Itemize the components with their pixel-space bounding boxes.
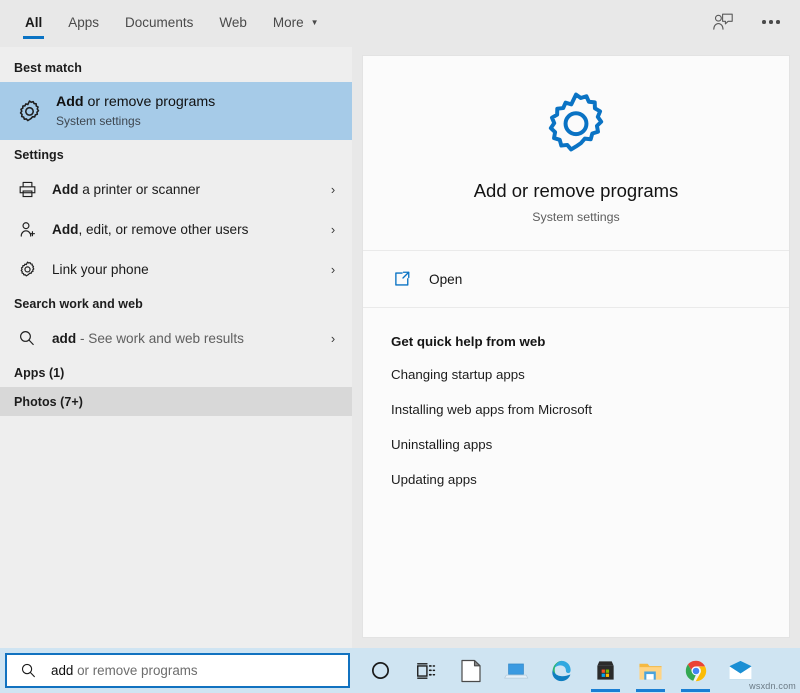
open-external-icon bbox=[391, 270, 413, 288]
result-label: Link your phone bbox=[40, 262, 324, 277]
detail-pane: Add or remove programs System settings O… bbox=[352, 47, 800, 648]
results-pane: Best match Add or remove programs System… bbox=[0, 47, 352, 648]
detail-hero: Add or remove programs System settings bbox=[363, 56, 789, 251]
group-header-best-match: Best match bbox=[0, 53, 352, 82]
result-label-rest: Link your phone bbox=[52, 262, 149, 277]
search-autocomplete-suffix: or remove programs bbox=[73, 663, 197, 678]
result-label: Add a printer or scanner bbox=[40, 182, 324, 197]
help-link-installing-web-apps[interactable]: Installing web apps from Microsoft bbox=[391, 402, 592, 417]
best-match-title: Add or remove programs bbox=[56, 94, 342, 112]
tab-more[interactable]: More ▼ bbox=[260, 0, 332, 44]
tab-more-label: More bbox=[273, 15, 304, 30]
feedback-icon[interactable] bbox=[708, 7, 738, 37]
result-web-search-add[interactable]: add - See work and web results › bbox=[0, 318, 352, 358]
taskbar: add or remove programs bbox=[0, 648, 800, 693]
tab-all[interactable]: All bbox=[12, 0, 55, 44]
taskbar-items bbox=[358, 648, 763, 693]
header-actions bbox=[708, 0, 800, 44]
result-label: add - See work and web results bbox=[40, 331, 324, 346]
result-label-rest: , edit, or remove other users bbox=[78, 222, 248, 237]
result-label: Add, edit, or remove other users bbox=[40, 222, 324, 237]
chevron-right-icon[interactable]: › bbox=[324, 182, 342, 197]
chevron-down-icon: ▼ bbox=[311, 19, 319, 27]
search-flyout: All Apps Documents Web More ▼ bbox=[0, 0, 800, 648]
group-header-search-work-and-web: Search work and web bbox=[0, 289, 352, 318]
ellipsis-icon[interactable] bbox=[756, 7, 786, 37]
tab-apps-label: Apps bbox=[68, 15, 99, 30]
help-link-changing-startup-apps[interactable]: Changing startup apps bbox=[391, 367, 525, 382]
cortana-icon[interactable] bbox=[358, 648, 403, 693]
edge-icon[interactable] bbox=[538, 648, 583, 693]
tab-active-underline bbox=[23, 36, 44, 39]
tab-all-label: All bbox=[25, 15, 42, 30]
search-icon bbox=[17, 662, 39, 679]
chevron-right-icon[interactable]: › bbox=[324, 331, 342, 346]
best-match-subtitle: System settings bbox=[56, 114, 342, 128]
chevron-right-icon[interactable]: › bbox=[324, 262, 342, 277]
search-input-value: add bbox=[51, 663, 73, 678]
tab-documents-label: Documents bbox=[125, 15, 193, 30]
result-add-edit-or-remove-other-users[interactable]: Add, edit, or remove other users › bbox=[0, 209, 352, 249]
printer-icon bbox=[14, 180, 40, 199]
result-add-a-printer-or-scanner[interactable]: Add a printer or scanner › bbox=[0, 169, 352, 209]
search-tabs: All Apps Documents Web More ▼ bbox=[0, 0, 332, 44]
result-label-rest: a printer or scanner bbox=[78, 182, 200, 197]
gear-icon bbox=[14, 98, 44, 125]
task-view-icon[interactable] bbox=[403, 648, 448, 693]
result-label-match: Add bbox=[52, 182, 78, 197]
search-body: Best match Add or remove programs System… bbox=[0, 47, 800, 648]
chrome-icon[interactable] bbox=[673, 648, 718, 693]
open-button[interactable]: Open bbox=[363, 251, 789, 308]
group-header-settings: Settings bbox=[0, 140, 352, 169]
result-label-match: add bbox=[52, 331, 76, 346]
search-header: All Apps Documents Web More ▼ bbox=[0, 0, 800, 47]
person-add-icon bbox=[14, 220, 40, 239]
search-input[interactable]: add or remove programs bbox=[39, 663, 198, 678]
tab-apps[interactable]: Apps bbox=[55, 0, 112, 44]
detail-title: Add or remove programs bbox=[383, 180, 769, 202]
microsoft-store-icon[interactable] bbox=[583, 648, 628, 693]
result-link-your-phone[interactable]: Link your phone › bbox=[0, 249, 352, 289]
tab-web[interactable]: Web bbox=[206, 0, 260, 44]
laptop-icon[interactable] bbox=[493, 648, 538, 693]
group-header-apps[interactable]: Apps (1) bbox=[0, 358, 352, 387]
tab-documents[interactable]: Documents bbox=[112, 0, 206, 44]
quick-help-title: Get quick help from web bbox=[391, 334, 761, 349]
libreoffice-icon[interactable] bbox=[448, 648, 493, 693]
file-explorer-icon[interactable] bbox=[628, 648, 673, 693]
taskbar-search-box[interactable]: add or remove programs bbox=[5, 653, 350, 688]
group-header-photos[interactable]: Photos (7+) bbox=[0, 387, 352, 416]
tab-web-label: Web bbox=[219, 15, 247, 30]
help-link-updating-apps[interactable]: Updating apps bbox=[391, 472, 477, 487]
result-best-match-add-or-remove-programs[interactable]: Add or remove programs System settings bbox=[0, 82, 352, 140]
detail-subtitle: System settings bbox=[383, 210, 769, 224]
help-link-uninstalling-apps[interactable]: Uninstalling apps bbox=[391, 437, 492, 452]
result-label-rest: - See work and web results bbox=[76, 331, 244, 346]
gear-icon-large bbox=[383, 86, 769, 162]
best-match-text: Add or remove programs System settings bbox=[44, 94, 342, 128]
result-label-match: Add bbox=[52, 222, 78, 237]
best-match-title-match: Add bbox=[56, 94, 84, 110]
quick-help-section: Get quick help from web Changing startup… bbox=[363, 308, 789, 507]
mail-icon[interactable] bbox=[718, 648, 763, 693]
best-match-title-rest: or remove programs bbox=[84, 94, 216, 110]
open-button-label: Open bbox=[413, 272, 462, 287]
gear-outline-icon bbox=[14, 260, 40, 279]
ellipsis-dots bbox=[762, 20, 780, 24]
search-icon bbox=[14, 329, 40, 347]
chevron-right-icon[interactable]: › bbox=[324, 222, 342, 237]
detail-card: Add or remove programs System settings O… bbox=[362, 55, 790, 638]
